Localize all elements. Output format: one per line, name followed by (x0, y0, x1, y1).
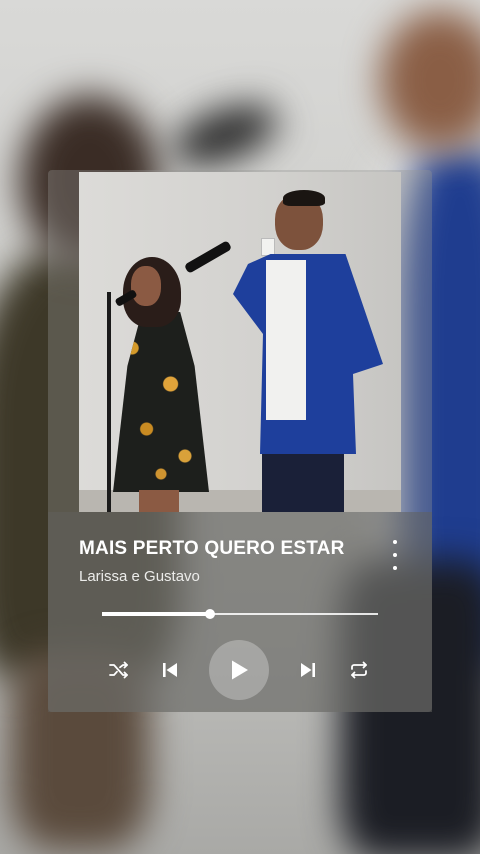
more-dot (393, 553, 397, 557)
light-switch (261, 238, 275, 256)
woman-singer-face (131, 266, 161, 306)
more-dot (393, 540, 397, 544)
progress-thumb[interactable] (205, 609, 215, 619)
shuffle-icon (109, 661, 128, 679)
previous-button[interactable] (158, 658, 182, 682)
mic-stand (107, 292, 111, 512)
play-icon (232, 660, 248, 680)
woman-singer-legs (139, 490, 179, 512)
cover-floor (79, 490, 401, 512)
play-button[interactable] (209, 640, 269, 700)
repeat-button[interactable] (346, 658, 372, 682)
more-dot (393, 566, 397, 570)
album-cover-photo (79, 172, 401, 512)
skip-next-icon (301, 663, 315, 677)
song-title: MAIS PERTO QUERO ESTAR (79, 538, 345, 559)
man-singer-pants (262, 444, 344, 512)
next-button[interactable] (296, 658, 320, 682)
artist-name: Larissa e Gustavo (79, 568, 200, 585)
repeat-icon (351, 661, 367, 679)
progress-fill (102, 612, 210, 616)
shuffle-button[interactable] (106, 658, 132, 682)
skip-previous-icon (163, 663, 177, 677)
man-singer-hair (283, 190, 325, 206)
more-vertical-icon[interactable] (388, 540, 402, 570)
man-singer-shirt (266, 260, 306, 420)
